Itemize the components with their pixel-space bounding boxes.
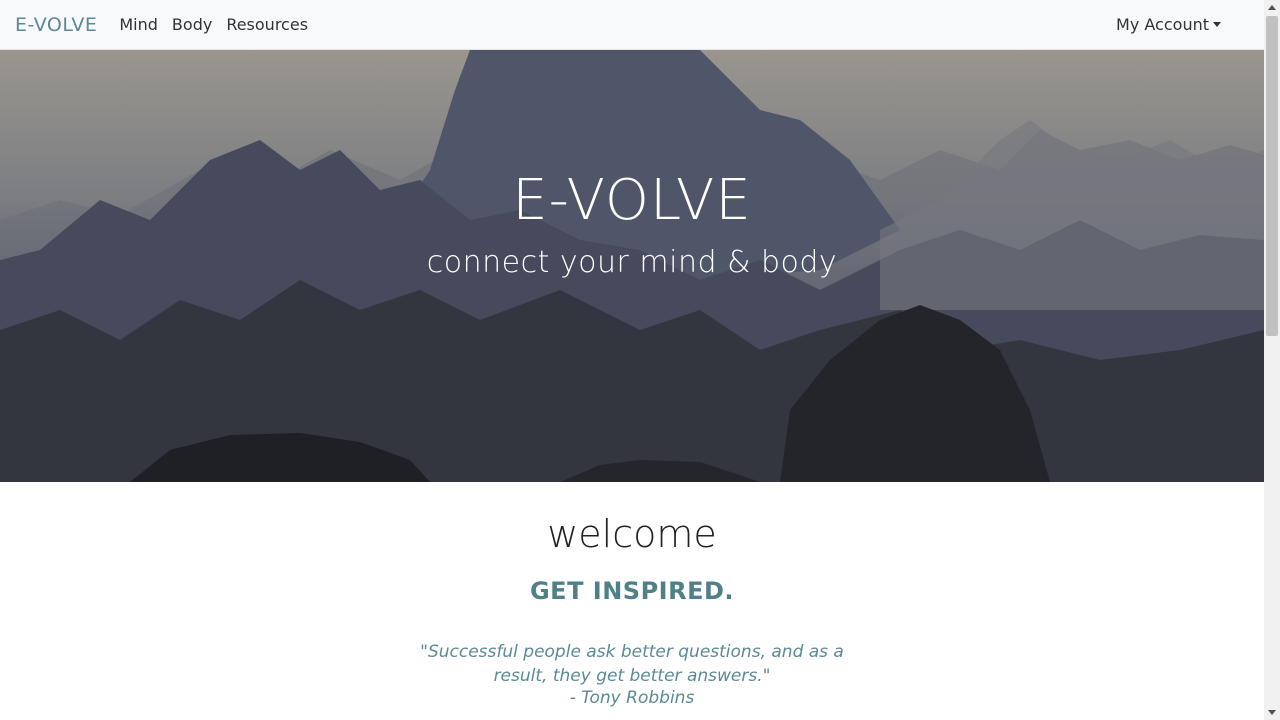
hero-title: E-VOLVE (512, 168, 752, 233)
hero-subtitle: connect your mind & body (426, 245, 838, 280)
inspirational-quote: "Successful people ask better questions,… (420, 642, 844, 686)
brand-logo-link[interactable]: E-VOLVE (15, 14, 97, 36)
my-account-label: My Account (1116, 15, 1209, 34)
scroll-down-arrow-icon[interactable] (1268, 710, 1276, 715)
welcome-heading: welcome (547, 512, 717, 556)
caret-down-icon (1213, 22, 1221, 27)
my-account-dropdown[interactable]: My Account (1116, 15, 1221, 34)
nav-link-resources[interactable]: Resources (226, 15, 308, 34)
navbar: E-VOLVE Mind Body Resources My Account (0, 0, 1264, 50)
nav-link-body[interactable]: Body (172, 15, 212, 34)
get-inspired-heading: GET INSPIRED. (529, 577, 735, 605)
scrollbar-thumb[interactable] (1266, 16, 1278, 336)
scroll-up-arrow-icon[interactable] (1268, 5, 1276, 10)
hero-banner: E-VOLVE connect your mind & body (0, 50, 1264, 482)
vertical-scrollbar[interactable] (1264, 0, 1280, 720)
quote-author: - Tony Robbins (569, 688, 695, 708)
nav-link-mind[interactable]: Mind (119, 15, 158, 34)
